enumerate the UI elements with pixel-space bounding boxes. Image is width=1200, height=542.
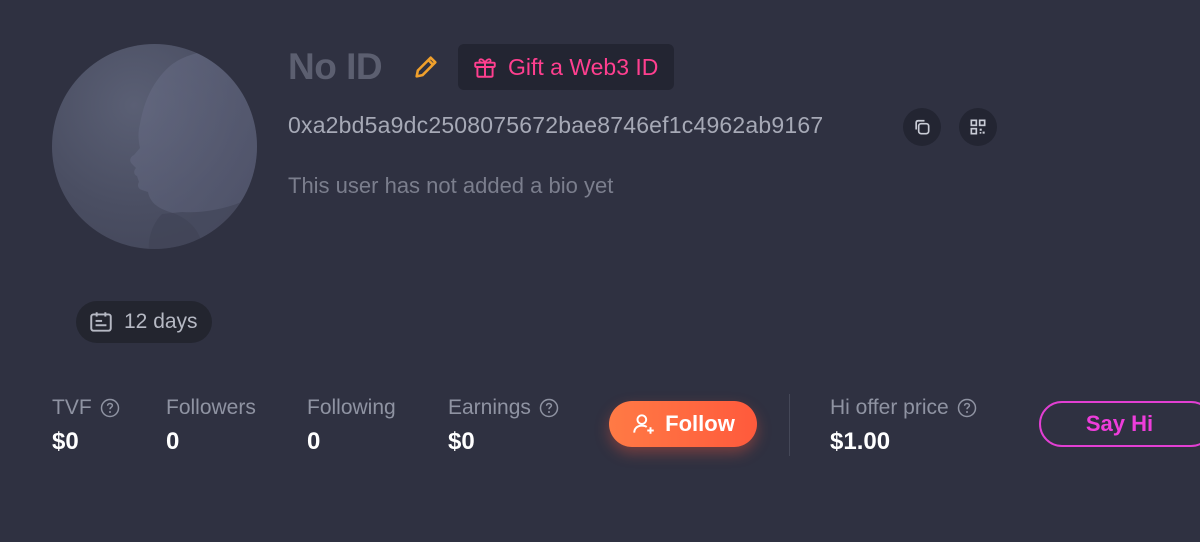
follow-button[interactable]: Follow [609, 401, 757, 447]
edit-name-button[interactable] [412, 53, 440, 81]
avatar-silhouette-icon [130, 44, 257, 249]
account-age-label: 12 days [124, 310, 198, 333]
profile-bio: This user has not added a bio yet [288, 173, 614, 198]
qr-code-button[interactable] [959, 108, 997, 146]
stat-earnings-value: $0 [448, 428, 475, 455]
gift-web3-id-button[interactable]: Gift a Web3 ID [458, 44, 675, 90]
stats-divider [789, 394, 790, 456]
question-circle-icon[interactable] [539, 398, 559, 418]
stat-hi-offer-price: Hi offer price $1.00 [830, 395, 977, 456]
account-age-badge: 12 days [76, 301, 212, 343]
stat-followers-value: 0 [166, 428, 180, 455]
qr-code-icon [970, 119, 986, 135]
stat-hi-offer-value: $1.00 [830, 428, 891, 455]
say-hi-button-label: Say Hi [1085, 411, 1154, 436]
copy-address-button[interactable] [903, 108, 941, 146]
pencil-icon [415, 56, 437, 78]
question-circle-icon[interactable] [957, 398, 977, 418]
follow-button-label: Follow [665, 411, 735, 436]
gift-button-label: Gift a Web3 ID [508, 53, 659, 80]
stat-following-label: Following [307, 396, 396, 419]
stat-tvf-value: $0 [52, 428, 79, 455]
calendar-icon [90, 312, 112, 332]
say-hi-button[interactable]: Say Hi [1039, 401, 1200, 447]
stat-followers[interactable]: Followers 0 [166, 395, 256, 456]
stat-following[interactable]: Following 0 [307, 395, 396, 456]
stat-tvf: TVF $0 [52, 395, 120, 456]
stat-earnings: Earnings $0 [448, 395, 559, 456]
wallet-address: 0xa2bd5a9dc2508075672bae8746ef1c4962ab91… [288, 112, 824, 138]
profile-name: No ID [288, 46, 383, 87]
stat-hi-offer-label: Hi offer price [830, 396, 949, 419]
stat-followers-label: Followers [166, 396, 256, 419]
stat-following-value: 0 [307, 428, 321, 455]
stat-earnings-label: Earnings [448, 396, 531, 419]
stat-tvf-label: TVF [52, 396, 92, 419]
gift-icon [474, 58, 496, 78]
question-circle-icon[interactable] [100, 398, 120, 418]
user-plus-icon [633, 414, 654, 434]
avatar [52, 44, 257, 249]
copy-icon [915, 119, 930, 135]
